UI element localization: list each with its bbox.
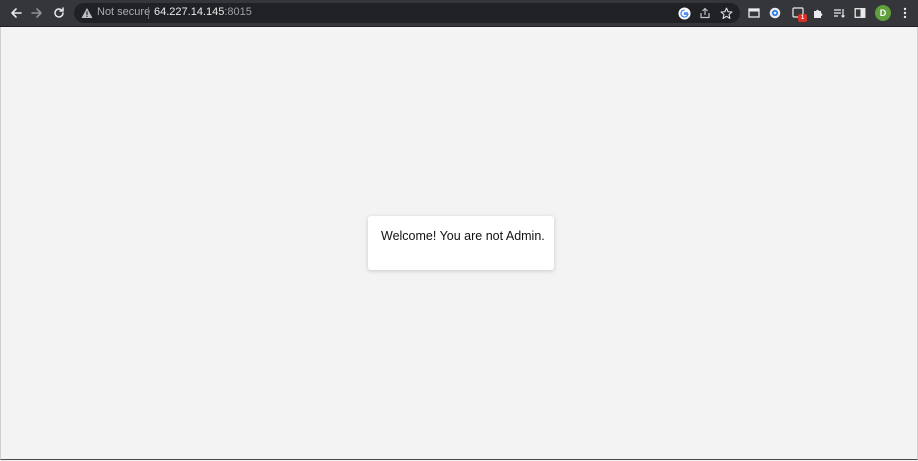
welcome-message: Welcome! You are not Admin. (381, 229, 545, 243)
back-arrow-icon (11, 8, 22, 18)
url-port: :8015 (224, 6, 252, 18)
side-panel-button[interactable] (852, 5, 868, 21)
security-status-label[interactable]: Not secure (97, 6, 150, 18)
google-icon (677, 6, 691, 20)
reading-list-button[interactable] (831, 5, 847, 21)
url-host: 64.227.14.145 (154, 6, 225, 18)
kebab-menu-icon (903, 7, 907, 19)
extension-button[interactable] (767, 5, 783, 21)
extension-badge-count: 1 (798, 14, 807, 22)
reading-list-icon (834, 9, 845, 18)
extension-icon (769, 7, 781, 19)
google-lens-button[interactable] (677, 6, 691, 20)
address-bar[interactable]: Not secure 64.227.14.145:8015 (74, 3, 740, 23)
star-icon (720, 7, 732, 19)
tab-search-icon (748, 8, 760, 18)
bookmark-button[interactable] (719, 6, 733, 20)
forward-button[interactable] (28, 4, 46, 22)
browser-toolbar: Not secure 64.227.14.145:8015 1 D (0, 0, 918, 27)
forward-arrow-icon (31, 8, 42, 18)
side-panel-icon (854, 8, 866, 18)
reload-button[interactable] (50, 4, 68, 22)
warning-icon[interactable] (81, 7, 93, 19)
puzzle-icon (814, 9, 823, 18)
browser-menu-button[interactable] (897, 5, 913, 21)
reload-icon (54, 7, 64, 18)
share-icon (700, 7, 710, 19)
welcome-card: Welcome! You are not Admin. (368, 216, 554, 270)
url-text[interactable]: 64.227.14.145:8015 (154, 6, 252, 18)
profile-avatar[interactable]: D (875, 5, 891, 21)
back-button[interactable] (7, 4, 25, 22)
tab-search-button[interactable] (746, 5, 762, 21)
share-button[interactable] (698, 6, 712, 20)
page-viewport: Welcome! You are not Admin. (0, 27, 918, 460)
extensions-menu-button[interactable] (810, 5, 826, 21)
address-divider (148, 7, 149, 19)
